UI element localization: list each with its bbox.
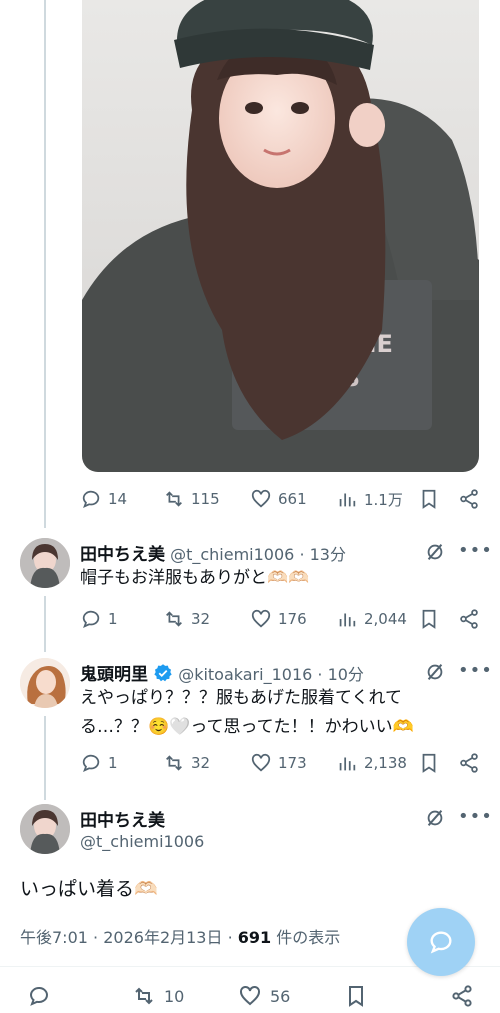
like-count: 56	[270, 986, 291, 1006]
retweet-icon	[166, 491, 182, 507]
views-count: 2,138	[364, 754, 407, 772]
retweet-button[interactable]: 10	[132, 984, 184, 1008]
like-button[interactable]: 176	[250, 608, 307, 630]
bookmark-icon	[422, 489, 436, 509]
user-handle[interactable]: @t_chiemi1006	[170, 545, 294, 564]
heart-icon	[251, 609, 271, 628]
post-time[interactable]: 午後7:01	[20, 928, 88, 947]
heart-icon	[251, 489, 271, 508]
more-options-icon[interactable]: •••	[458, 540, 493, 561]
bookmark-button[interactable]	[418, 752, 440, 774]
retweet-count: 32	[191, 610, 211, 628]
like-count: 173	[278, 754, 307, 772]
post-time[interactable]: · 10分	[317, 665, 364, 684]
views-icon	[339, 613, 356, 627]
thread-line	[44, 716, 46, 800]
views-button[interactable]: 1.1万	[336, 488, 403, 510]
retweet-icon	[166, 755, 182, 771]
avatar[interactable]	[20, 804, 70, 854]
views-count: 1.1万	[364, 490, 403, 509]
views-icon	[339, 757, 356, 771]
views-count: 691	[237, 928, 272, 947]
like-button[interactable]: 661	[250, 488, 307, 510]
like-button[interactable]: 173	[250, 752, 307, 774]
retweet-button[interactable]: 32	[163, 608, 210, 630]
separator: ·	[93, 928, 99, 947]
reply-icon	[430, 931, 452, 954]
share-icon	[460, 753, 478, 773]
like-count: 661	[278, 490, 307, 508]
grok-icon[interactable]	[424, 541, 446, 563]
views-count: 2,044	[364, 610, 407, 628]
display-name[interactable]: 鬼頭明里	[80, 665, 148, 685]
reply-count: 1	[108, 754, 118, 772]
compose-reply-button[interactable]	[407, 908, 475, 976]
views-icon	[339, 493, 356, 507]
reply-count: 1	[108, 610, 118, 628]
grok-icon[interactable]	[424, 661, 446, 683]
reply-button[interactable]: 1	[80, 752, 118, 774]
views-button[interactable]: 2,138	[336, 752, 407, 774]
share-button[interactable]	[458, 752, 480, 774]
reply-text-line2: る…？？☺️🤍って思ってた！！かわいい🫶	[80, 717, 414, 737]
post-date[interactable]: 2026年2月13日	[103, 928, 222, 947]
thread-line	[44, 596, 46, 652]
retweet-icon	[135, 987, 153, 1005]
bookmark-icon	[349, 986, 363, 1007]
retweet-count: 10	[164, 986, 185, 1006]
bookmark-icon	[422, 609, 436, 629]
display-name[interactable]: 田中ちえ美	[80, 806, 165, 831]
share-icon	[460, 609, 478, 629]
share-icon	[460, 489, 478, 509]
share-button[interactable]	[458, 488, 480, 510]
retweet-button[interactable]: 32	[163, 752, 210, 774]
bookmark-button[interactable]	[418, 488, 440, 510]
thread-line	[44, 0, 46, 528]
share-button[interactable]	[458, 608, 480, 630]
views-label: 件の表示	[276, 928, 341, 947]
bookmark-icon	[422, 753, 436, 773]
reply-icon	[82, 490, 100, 508]
like-count: 176	[278, 610, 307, 628]
retweet-icon	[166, 611, 182, 627]
tweet-meta: 午後7:01 · 2026年2月13日 · 691 件の表示	[20, 924, 340, 948]
reply-icon	[82, 754, 100, 772]
bookmark-button[interactable]	[344, 984, 368, 1008]
reply-button[interactable]: 14	[80, 488, 127, 510]
reply-icon	[29, 987, 48, 1006]
retweet-count: 32	[191, 754, 211, 772]
reply-header: 田中ちえ美 @t_chiemi1006 · 13分	[80, 540, 346, 565]
more-options-icon[interactable]: •••	[458, 806, 493, 827]
tweet-text: いっぱい着る🫶🏻	[20, 878, 158, 900]
retweet-count: 115	[191, 490, 220, 508]
separator: ·	[227, 928, 233, 947]
user-handle[interactable]: @t_chiemi1006	[80, 832, 204, 851]
bookmark-button[interactable]	[418, 608, 440, 630]
post-time[interactable]: · 13分	[299, 545, 346, 564]
reply-text: 帽子もお洋服もありがと🫶🏻🫶🏻	[80, 568, 310, 588]
views-button[interactable]: 2,044	[336, 608, 407, 630]
grok-icon[interactable]	[424, 807, 446, 829]
share-icon	[452, 985, 472, 1007]
reply-text-line1: えやっぱり？？？服もあげた服着てくれて	[80, 688, 402, 708]
share-button[interactable]	[450, 984, 474, 1008]
reply-button[interactable]: 1	[80, 608, 118, 630]
reply-button[interactable]	[27, 984, 51, 1008]
like-button[interactable]: 56	[238, 984, 290, 1008]
heart-icon	[251, 753, 271, 772]
more-options-icon[interactable]: •••	[458, 660, 493, 681]
tweet-photo[interactable]: RE ARE UNDARIE RIES	[82, 0, 479, 472]
heart-icon	[240, 985, 260, 1006]
reply-header: 鬼頭明里 @kitoakari_1016 · 10分	[80, 660, 364, 685]
user-handle[interactable]: @kitoakari_1016	[178, 665, 312, 684]
display-name[interactable]: 田中ちえ美	[80, 545, 165, 565]
reply-icon	[82, 610, 100, 628]
retweet-button[interactable]: 115	[163, 488, 220, 510]
verified-badge-icon	[154, 664, 172, 682]
avatar[interactable]	[20, 658, 70, 708]
avatar[interactable]	[20, 538, 70, 588]
reply-count: 14	[108, 490, 128, 508]
